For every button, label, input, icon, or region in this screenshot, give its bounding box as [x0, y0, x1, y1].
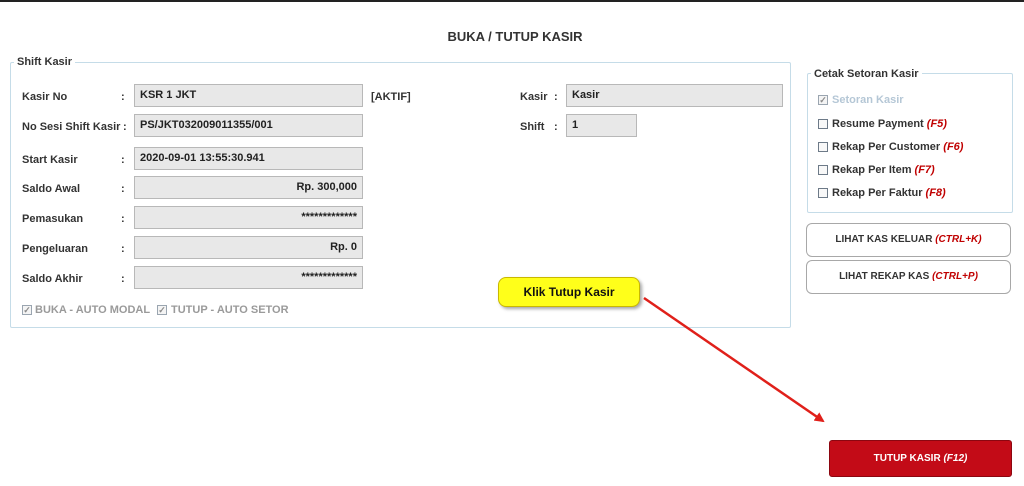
annotation-arrow	[643, 296, 825, 423]
annotation-callout: Klik Tutup Kasir	[498, 277, 640, 307]
